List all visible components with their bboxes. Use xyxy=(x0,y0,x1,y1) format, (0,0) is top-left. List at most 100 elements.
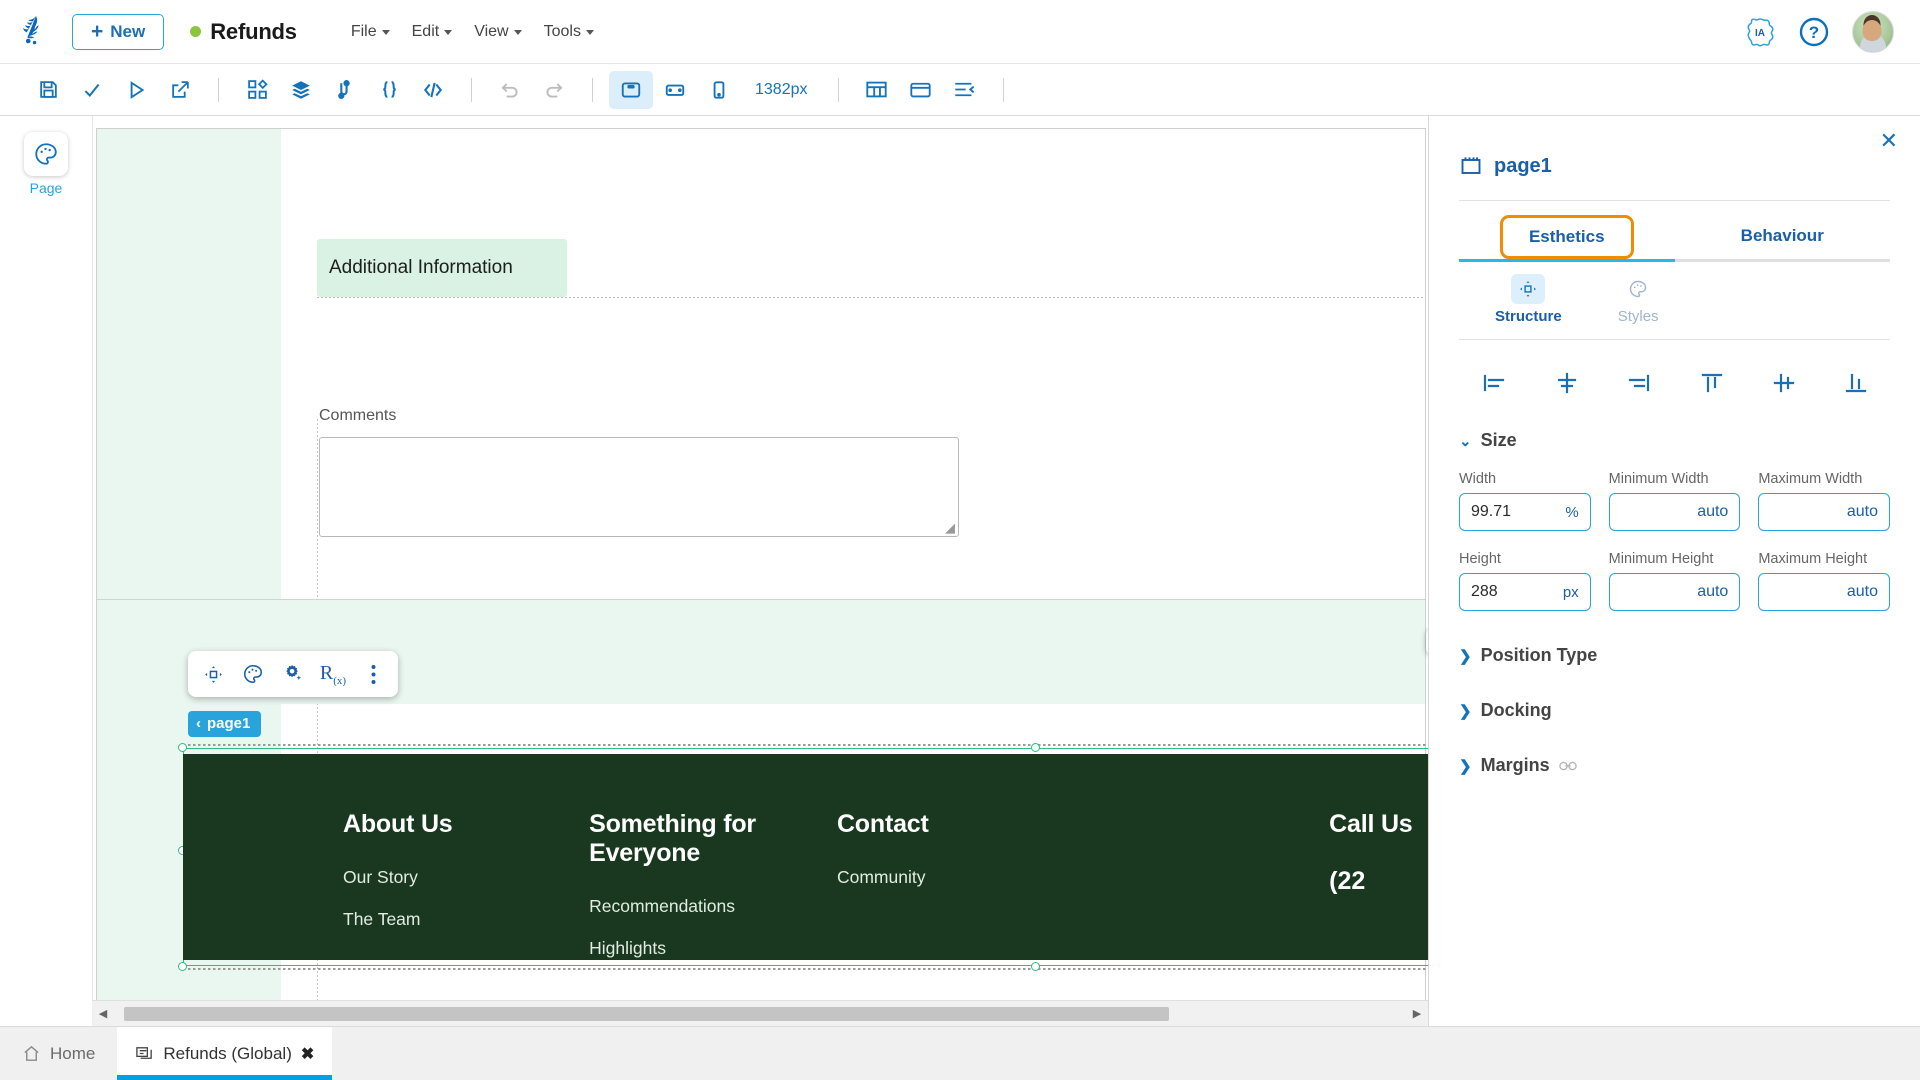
save-icon[interactable] xyxy=(26,71,70,109)
input-placeholder: auto xyxy=(1697,503,1729,520)
resize-handle-top-center[interactable] xyxy=(1031,743,1040,752)
layers-icon[interactable] xyxy=(279,71,323,109)
align-right-icon[interactable] xyxy=(1617,366,1661,400)
max-height-input[interactable]: auto xyxy=(1758,573,1890,611)
field-label: Minimum Width xyxy=(1608,471,1709,487)
link-icon[interactable] xyxy=(1558,760,1577,772)
footer-link[interactable]: The Team xyxy=(343,909,589,930)
section-heading[interactable]: Additional Information xyxy=(317,239,567,297)
section-header-docking[interactable]: ❯ Docking xyxy=(1459,700,1890,721)
field-max-height: Maximum Height auto xyxy=(1758,551,1890,611)
section-header-size[interactable]: ⌄ Size xyxy=(1459,430,1890,451)
frog-logo-icon[interactable] xyxy=(0,12,72,52)
tab-home[interactable]: Home xyxy=(0,1027,117,1080)
avatar[interactable] xyxy=(1852,10,1894,53)
panel-title: page1 xyxy=(1459,116,1890,178)
indent-icon[interactable] xyxy=(943,71,987,109)
structure-icon xyxy=(1511,274,1546,304)
section-header-margins[interactable]: ❯ Margins xyxy=(1459,755,1890,776)
scroll-right-icon[interactable]: ▶ xyxy=(1406,1007,1428,1020)
json-icon[interactable] xyxy=(367,71,411,109)
components-icon[interactable] xyxy=(235,71,279,109)
section-header-position-type[interactable]: ❯ Position Type xyxy=(1459,645,1890,666)
horizontal-scrollbar[interactable]: ◀ ▶ xyxy=(92,1000,1428,1026)
tab-behaviour[interactable]: Behaviour xyxy=(1675,215,1891,259)
collapsed-sections: ❯ Position Type ❯ Docking ❯ Margins xyxy=(1459,645,1890,776)
resize-handle-bottom-left[interactable] xyxy=(178,962,187,971)
footer-link[interactable]: Community xyxy=(837,867,1329,888)
dotted-divider xyxy=(317,297,1425,298)
min-height-input[interactable]: auto xyxy=(1608,573,1741,611)
menu-item-view[interactable]: View xyxy=(474,23,522,41)
align-center-vertical-icon[interactable] xyxy=(1762,366,1806,400)
footer-call-title: Call Us xyxy=(1329,810,1413,838)
scrollbar-thumb[interactable] xyxy=(124,1006,1169,1021)
menu-item-tools[interactable]: Tools xyxy=(544,23,594,41)
align-top-icon[interactable] xyxy=(1690,366,1734,400)
mobile-view-icon[interactable] xyxy=(697,71,741,109)
code-icon[interactable] xyxy=(411,71,455,109)
subtab-styles[interactable]: Styles xyxy=(1618,274,1659,325)
selection-breadcrumb-tag[interactable]: ‹ page1 xyxy=(188,711,262,737)
new-button[interactable]: + New xyxy=(72,13,165,50)
resize-grip-icon[interactable]: ◢ xyxy=(945,521,955,534)
input-unit: % xyxy=(1565,503,1579,521)
tablet-view-icon[interactable] xyxy=(653,71,697,109)
scrollbar-track[interactable] xyxy=(114,1006,1406,1021)
grid-layout-icon[interactable] xyxy=(855,71,899,109)
min-width-input[interactable]: auto xyxy=(1608,493,1741,531)
help-icon[interactable]: ? xyxy=(1798,16,1830,48)
redo-icon[interactable] xyxy=(532,71,576,109)
design-canvas[interactable]: Additional Information Comments ◢ Rx xyxy=(92,116,1428,1000)
styles-icon[interactable] xyxy=(234,656,272,692)
resize-handle-bottom-center[interactable] xyxy=(1031,962,1040,971)
viewport-width-label[interactable]: 1382px xyxy=(755,81,808,99)
menu-item-edit[interactable]: Edit xyxy=(412,23,453,41)
tab-refunds-global[interactable]: Refunds (Global) ✖ xyxy=(117,1027,333,1080)
selected-footer-component[interactable]: About Us Our Story The Team Something fo… xyxy=(178,743,1428,971)
menu-item-file[interactable]: File xyxy=(351,23,390,41)
settings-magic-icon[interactable] xyxy=(274,656,312,692)
rx-function-icon[interactable]: R(x) xyxy=(314,656,352,692)
max-width-input[interactable]: auto xyxy=(1758,493,1890,531)
undo-icon[interactable] xyxy=(488,71,532,109)
field-label: Width xyxy=(1459,471,1497,487)
align-center-horizontal-icon[interactable] xyxy=(1545,366,1589,400)
section-label: Position Type xyxy=(1480,645,1598,665)
height-input[interactable]: 288 px xyxy=(1459,573,1591,611)
icon-toolbar: 1382px xyxy=(0,64,1920,116)
rx-chip-outer[interactable]: Rx xyxy=(1426,628,1428,655)
alignment-toolbar xyxy=(1459,340,1890,400)
structure-icon[interactable] xyxy=(194,656,232,692)
footer-link[interactable]: Recommendations xyxy=(589,896,837,917)
close-icon[interactable]: ✖ xyxy=(301,1044,314,1064)
footer-link[interactable]: Highlights xyxy=(589,938,837,959)
field-label: Height xyxy=(1459,551,1501,567)
app-root: + New Refunds File Edit View Tools IA ? … xyxy=(0,0,1920,1080)
footer-link[interactable]: Our Story xyxy=(343,867,589,888)
subtab-structure[interactable]: Structure xyxy=(1495,274,1562,325)
size-fields-row-1: Width 99.71 % Minimum Width auto Maximum… xyxy=(1459,471,1890,531)
tab-esthetics[interactable]: Esthetics xyxy=(1499,215,1634,259)
resize-handle-top-left[interactable] xyxy=(178,743,187,752)
ia-assistant-icon[interactable]: IA xyxy=(1744,16,1776,48)
flow-icon[interactable] xyxy=(323,71,367,109)
width-input[interactable]: 99.71 % xyxy=(1459,493,1591,531)
check-icon[interactable] xyxy=(70,71,114,109)
toolbar-separator xyxy=(592,77,593,102)
more-options-icon[interactable] xyxy=(354,656,392,692)
align-left-icon[interactable] xyxy=(1473,366,1517,400)
sidebar-item-page[interactable]: Page xyxy=(0,132,92,196)
desktop-view-icon[interactable] xyxy=(609,70,653,109)
comments-textarea[interactable]: ◢ xyxy=(319,437,959,537)
container-icon[interactable] xyxy=(899,71,943,109)
field-label: Maximum Width xyxy=(1758,471,1863,487)
publish-icon[interactable] xyxy=(158,71,202,109)
close-icon[interactable]: ✕ xyxy=(1880,130,1898,152)
run-icon[interactable] xyxy=(114,71,158,109)
site-footer: About Us Our Story The Team Something fo… xyxy=(183,754,1428,960)
scroll-left-icon[interactable]: ◀ xyxy=(92,1007,114,1020)
align-bottom-icon[interactable] xyxy=(1834,366,1878,400)
footer-column-title: Contact xyxy=(836,810,929,838)
footer-column-about: About Us Our Story The Team xyxy=(343,810,589,960)
